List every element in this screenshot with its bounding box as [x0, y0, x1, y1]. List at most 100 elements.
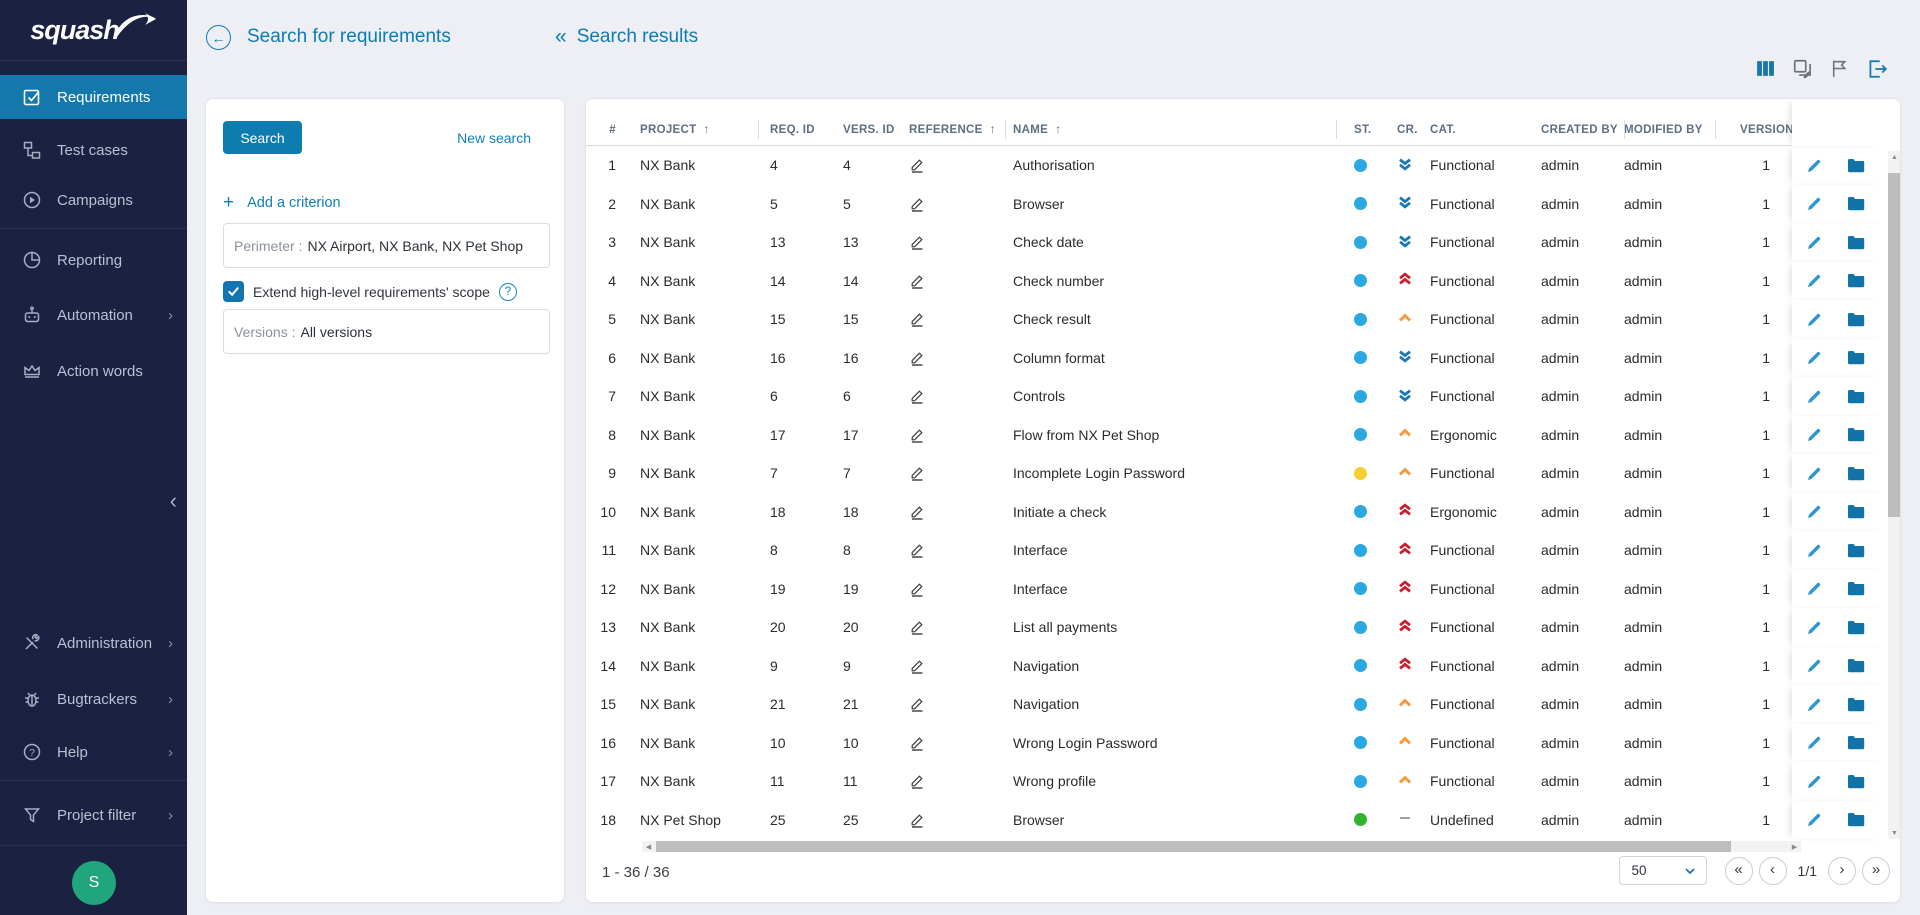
edit-row-button[interactable] [1806, 734, 1823, 751]
scroll-right-icon[interactable]: ▶ [1788, 841, 1801, 852]
configure-columns-button[interactable] [1754, 57, 1777, 80]
sidebar-item-automation[interactable]: Automation › [0, 293, 187, 337]
edit-row-button[interactable] [1806, 811, 1823, 828]
open-folder-button[interactable] [1847, 350, 1865, 365]
edit-row-button[interactable] [1806, 773, 1823, 790]
collapse-panel-icon[interactable]: « [555, 26, 567, 47]
table-row[interactable]: 12 NX Bank 19 19 Interface Functional ad… [586, 570, 1900, 609]
col-header-category[interactable]: CAT. [1430, 99, 1541, 146]
table-row[interactable]: 4 NX Bank 14 14 Check number Functional … [586, 262, 1900, 301]
edit-row-button[interactable] [1806, 311, 1823, 328]
edit-reference-icon[interactable] [909, 504, 925, 520]
open-folder-button[interactable] [1847, 774, 1865, 789]
edit-reference-icon[interactable] [909, 696, 925, 712]
search-button[interactable]: Search [223, 121, 302, 154]
edit-reference-icon[interactable] [909, 619, 925, 635]
col-header-vers-id[interactable]: VERS. ID [835, 99, 905, 146]
next-page-button[interactable]: › [1828, 857, 1856, 885]
col-header-project[interactable]: PROJECT↑ [632, 99, 758, 146]
sidebar-item-action-words[interactable]: Action words [0, 349, 187, 393]
edit-row-button[interactable] [1806, 234, 1823, 251]
scroll-left-icon[interactable]: ◀ [642, 841, 655, 852]
table-row[interactable]: 2 NX Bank 5 5 Browser Functional admin a… [586, 185, 1900, 224]
extend-scope-checkbox[interactable] [223, 281, 244, 302]
edit-row-button[interactable] [1806, 388, 1823, 405]
edit-reference-icon[interactable] [909, 350, 925, 366]
edit-row-button[interactable] [1806, 619, 1823, 636]
open-folder-button[interactable] [1847, 158, 1865, 173]
edit-reference-icon[interactable] [909, 812, 925, 828]
table-row[interactable]: 16 NX Bank 10 10 Wrong Login Password Fu… [586, 724, 1900, 763]
open-folder-button[interactable] [1847, 735, 1865, 750]
add-criterion-button[interactable]: + Add a criterion [223, 193, 549, 212]
sidebar-item-campaigns[interactable]: Campaigns [0, 178, 187, 222]
mass-edit-button[interactable] [1791, 57, 1814, 80]
first-page-button[interactable]: « [1725, 857, 1753, 885]
sidebar-item-bugtrackers[interactable]: Bugtrackers › [0, 677, 187, 721]
col-header-version[interactable]: VERSION V [1715, 99, 1792, 146]
col-header-num[interactable]: # [586, 99, 632, 146]
prev-page-button[interactable]: ‹ [1759, 857, 1787, 885]
open-folder-button[interactable] [1847, 273, 1865, 288]
table-row[interactable]: 15 NX Bank 21 21 Navigation Functional a… [586, 685, 1900, 724]
table-row[interactable]: 1 NX Bank 4 4 Authorisation Functional a… [586, 146, 1900, 185]
col-header-modified-by[interactable]: MODIFIED BY [1624, 99, 1715, 146]
table-row[interactable]: 17 NX Bank 11 11 Wrong profile Functiona… [586, 762, 1900, 801]
edit-row-button[interactable] [1806, 657, 1823, 674]
col-header-created-by[interactable]: CREATED BY [1541, 99, 1624, 146]
edit-row-button[interactable] [1806, 503, 1823, 520]
open-folder-button[interactable] [1847, 543, 1865, 558]
edit-reference-icon[interactable] [909, 427, 925, 443]
table-row[interactable]: 3 NX Bank 13 13 Check date Functional ad… [586, 223, 1900, 262]
help-question-icon[interactable]: ? [499, 283, 517, 301]
versions-field[interactable]: Versions : All versions [223, 309, 550, 354]
vertical-scrollbar[interactable]: ▲ ▼ [1888, 151, 1901, 839]
edit-reference-icon[interactable] [909, 196, 925, 212]
open-folder-button[interactable] [1847, 312, 1865, 327]
table-row[interactable]: 10 NX Bank 18 18 Initiate a check Ergono… [586, 493, 1900, 532]
last-page-button[interactable]: » [1862, 857, 1890, 885]
edit-row-button[interactable] [1806, 580, 1823, 597]
open-folder-button[interactable] [1847, 504, 1865, 519]
open-folder-button[interactable] [1847, 697, 1865, 712]
edit-row-button[interactable] [1806, 696, 1823, 713]
edit-reference-icon[interactable] [909, 465, 925, 481]
table-row[interactable]: 5 NX Bank 15 15 Check result Functional … [586, 300, 1900, 339]
back-button[interactable]: ← [206, 25, 231, 50]
open-folder-button[interactable] [1847, 235, 1865, 250]
table-row[interactable]: 14 NX Bank 9 9 Navigation Functional adm… [586, 647, 1900, 686]
perimeter-field[interactable]: Perimeter : NX Airport, NX Bank, NX Pet … [223, 223, 550, 268]
open-folder-button[interactable] [1847, 620, 1865, 635]
user-avatar[interactable]: S [72, 861, 116, 905]
flag-button[interactable] [1828, 57, 1851, 80]
col-header-req-id[interactable]: REQ. ID [758, 99, 835, 146]
edit-row-button[interactable] [1806, 465, 1823, 482]
scroll-down-icon[interactable]: ▼ [1888, 827, 1901, 839]
sidebar-item-administration[interactable]: Administration › [0, 621, 187, 665]
scroll-up-icon[interactable]: ▲ [1888, 151, 1901, 163]
table-row[interactable]: 9 NX Bank 7 7 Incomplete Login Password … [586, 454, 1900, 493]
vertical-scrollbar-thumb[interactable] [1888, 173, 1901, 517]
open-folder-button[interactable] [1847, 812, 1865, 827]
edit-row-button[interactable] [1806, 542, 1823, 559]
horizontal-scrollbar[interactable]: ◀ ▶ [642, 841, 1801, 852]
edit-reference-icon[interactable] [909, 542, 925, 558]
edit-reference-icon[interactable] [909, 311, 925, 327]
horizontal-scrollbar-thumb[interactable] [656, 841, 1731, 852]
open-folder-button[interactable] [1847, 389, 1865, 404]
table-row[interactable]: 7 NX Bank 6 6 Controls Functional admin … [586, 377, 1900, 416]
sidebar-collapse-icon[interactable]: ‹ [170, 490, 177, 512]
edit-row-button[interactable] [1806, 272, 1823, 289]
edit-reference-icon[interactable] [909, 773, 925, 789]
table-row[interactable]: 6 NX Bank 16 16 Column format Functional… [586, 339, 1900, 378]
edit-reference-icon[interactable] [909, 581, 925, 597]
open-folder-button[interactable] [1847, 466, 1865, 481]
open-folder-button[interactable] [1847, 196, 1865, 211]
open-folder-button[interactable] [1847, 427, 1865, 442]
open-folder-button[interactable] [1847, 658, 1865, 673]
edit-row-button[interactable] [1806, 426, 1823, 443]
edit-reference-icon[interactable] [909, 658, 925, 674]
open-folder-button[interactable] [1847, 581, 1865, 596]
sidebar-item-reporting[interactable]: Reporting [0, 238, 187, 282]
edit-row-button[interactable] [1806, 349, 1823, 366]
